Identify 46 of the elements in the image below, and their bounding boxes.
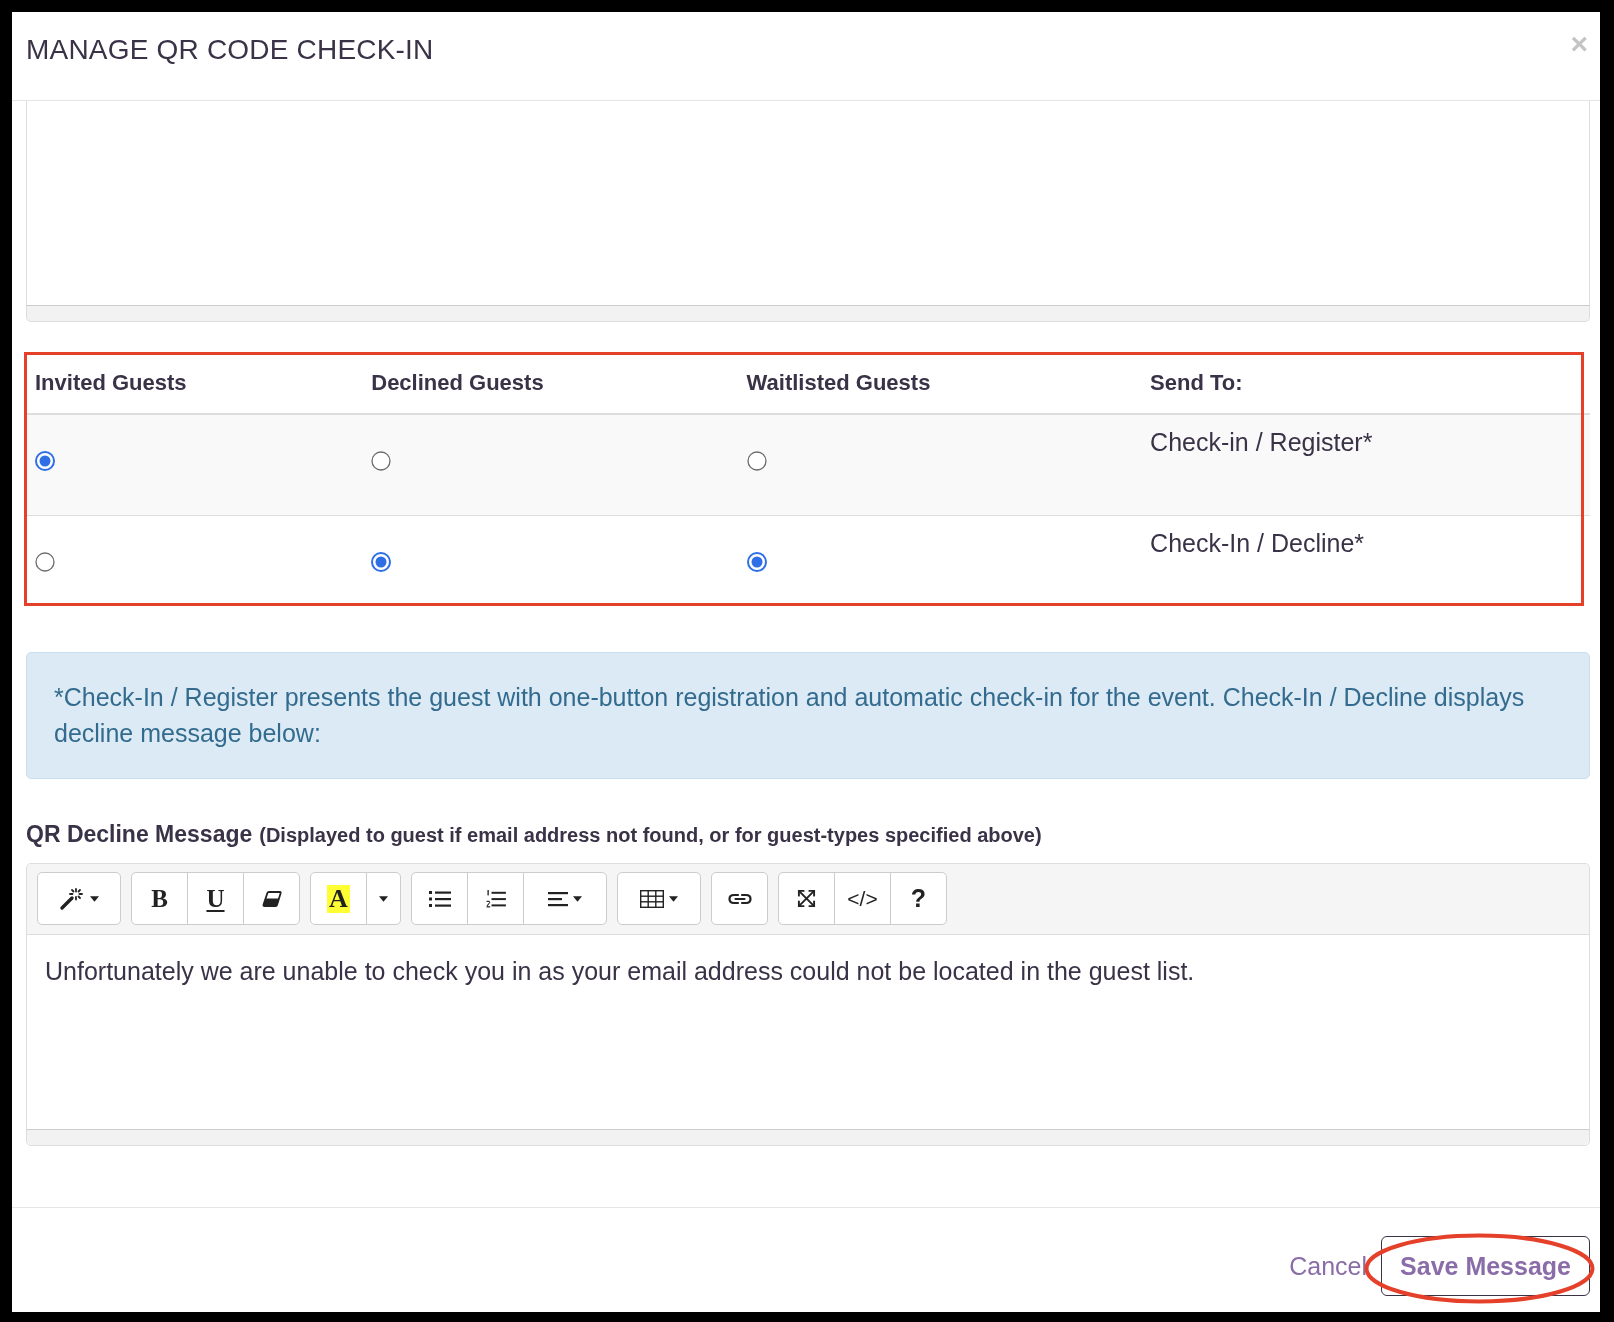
radio-button[interactable] bbox=[35, 551, 55, 572]
message-editor-field[interactable]: Unfortunately we are unable to check you in as your email address could not be located in the guest list. bbox=[27, 935, 1589, 1129]
magic-wand-icon bbox=[59, 886, 85, 911]
info-note: *Check-In / Register presents the guest with one-button registration and automatic check-in for the event. Check-In / Decline displays decline message below: bbox=[26, 652, 1590, 779]
cancel-link[interactable]: Cancel bbox=[1289, 1236, 1368, 1296]
column-header: Declined Guests bbox=[371, 370, 544, 395]
caret-icon bbox=[379, 895, 388, 902]
table-cell: Check-in / Register* bbox=[1150, 428, 1373, 456]
table-cell: Check-In / Decline* bbox=[1150, 528, 1365, 557]
column-header: Invited Guests bbox=[35, 370, 187, 395]
table-button[interactable] bbox=[617, 872, 701, 925]
field-label: QR Decline Message bbox=[26, 820, 253, 849]
radio-button[interactable] bbox=[35, 451, 55, 471]
fullscreen-button[interactable] bbox=[778, 872, 835, 925]
link-icon bbox=[727, 892, 752, 905]
radio-button[interactable] bbox=[746, 551, 767, 572]
caret-icon bbox=[573, 895, 582, 902]
style-button[interactable] bbox=[37, 872, 121, 925]
color-dropdown-button[interactable] bbox=[366, 872, 401, 925]
bullet-list-icon bbox=[428, 889, 451, 908]
underline-button[interactable]: U bbox=[187, 872, 244, 925]
dialog-title: MANAGE QR CODE CHECK-IN bbox=[26, 33, 434, 67]
bullet-list-button[interactable] bbox=[411, 872, 468, 925]
bold-button[interactable]: B bbox=[131, 872, 188, 925]
radio-button[interactable] bbox=[746, 451, 767, 471]
highlight-color-button[interactable]: A bbox=[310, 872, 367, 925]
table-icon bbox=[640, 889, 664, 908]
link-button[interactable] bbox=[711, 872, 768, 925]
numbered-list-button[interactable] bbox=[467, 872, 524, 925]
help-button[interactable]: ? bbox=[890, 872, 947, 925]
eraser-icon bbox=[261, 890, 282, 907]
align-button[interactable] bbox=[523, 872, 607, 925]
caret-icon bbox=[669, 895, 678, 902]
column-header: Send To: bbox=[1150, 370, 1243, 395]
code-view-button[interactable]: </> bbox=[834, 872, 891, 925]
radio-button[interactable] bbox=[371, 451, 392, 471]
clear-format-button[interactable] bbox=[243, 872, 300, 925]
column-header: Waitlisted Guests bbox=[746, 370, 931, 395]
radio-button[interactable] bbox=[371, 551, 392, 572]
field-hint: (Displayed to guest if email address not found, or for guest-types specified above) bbox=[259, 823, 1042, 848]
editor-field[interactable] bbox=[26, 101, 1590, 305]
save-message-button[interactable]: Save Message bbox=[1381, 1236, 1590, 1296]
fullscreen-icon bbox=[797, 889, 816, 908]
numbered-list-icon bbox=[484, 889, 507, 908]
align-left-icon bbox=[548, 890, 568, 907]
caret-icon bbox=[90, 895, 99, 902]
